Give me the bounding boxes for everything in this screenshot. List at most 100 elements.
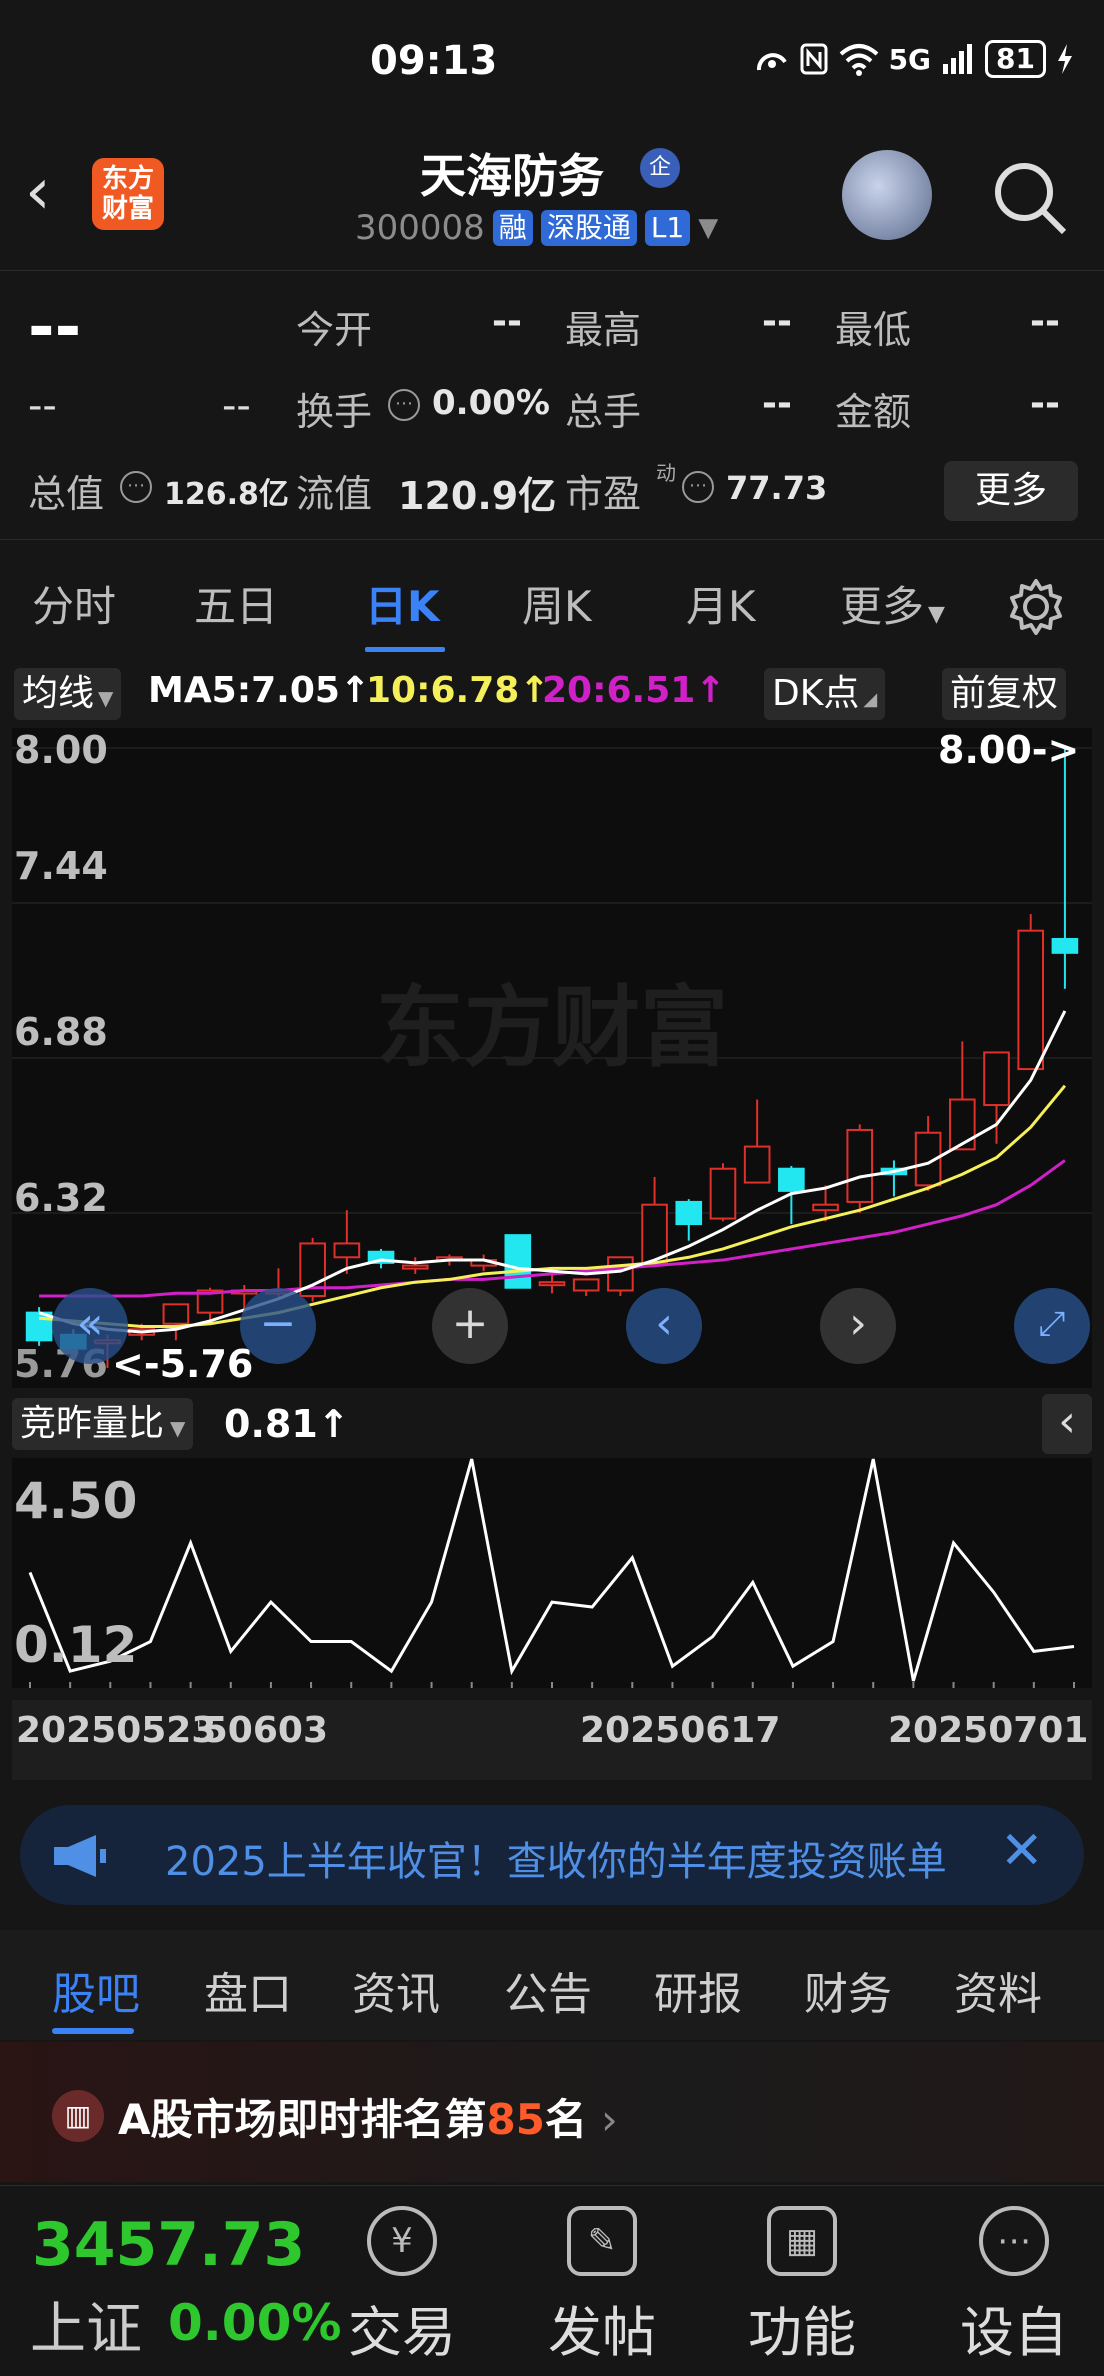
yen-exchange-icon: ¥ (367, 2206, 437, 2276)
tab-finance[interactable]: 财务 (804, 1958, 892, 2022)
collapse-panel-icon[interactable]: ‹ (1042, 1394, 1092, 1454)
date-label: 20250617 (580, 1710, 781, 1751)
volume-ratio-chart[interactable]: 4.50 0.12 (12, 1458, 1092, 1688)
dk-point-label: DK点 (772, 673, 860, 714)
volume-y-tick: 0.12 (14, 1616, 138, 1674)
tab-news[interactable]: 资讯 (352, 1958, 440, 2022)
tab-research[interactable]: 研报 (654, 1958, 742, 2022)
wifi-icon (839, 44, 878, 76)
candle-body (572, 1278, 600, 1292)
cell-signal-icon (943, 44, 973, 74)
nav-trade[interactable]: ¥ 交易 (332, 2206, 472, 2367)
candle-body (538, 1281, 566, 1287)
low-label: 最低 (835, 308, 912, 352)
content-tabs: 股吧 盘口 资讯 公告 研报 财务 资料 (0, 1930, 1104, 2040)
corner-arrow-icon: ◢ (863, 689, 878, 710)
tab-guba[interactable]: 股吧 (52, 1958, 140, 2022)
volume-indicator-select[interactable]: 竞昨量比 ▼ (12, 1398, 194, 1450)
tab-more[interactable]: 更多 ▼ (840, 573, 945, 634)
tab-announcements[interactable]: 公告 (504, 1958, 592, 2022)
edit-post-icon: ✎ (567, 2206, 637, 2276)
tab-daily-k[interactable]: 日K (365, 573, 440, 634)
volume-svg[interactable] (12, 1458, 1092, 1688)
volume-ratio-value: 0.81↑ (224, 1402, 350, 1446)
nav-post-label: 发帖 (548, 2301, 656, 2364)
signal-strength-icon (756, 53, 787, 71)
chevron-down-icon: ▼ (928, 602, 945, 627)
close-icon[interactable]: ✕ (1000, 1821, 1044, 1881)
price-change-pct: -- (222, 383, 251, 429)
volume-indicator-label: 竞昨量比 (20, 1403, 165, 1444)
active-tab-indicator (52, 2028, 134, 2034)
amount-value: -- (1030, 383, 1060, 424)
search-icon[interactable] (990, 158, 1070, 238)
chevron-down-icon: ▼ (98, 686, 114, 710)
settings-gear-icon[interactable] (1006, 577, 1066, 637)
period-tabs: 分时 五日 日K 周K 月K 更多 ▼ (0, 555, 1104, 655)
stock-code-row[interactable]: 300008 融 深股通 L1 ▼ (355, 208, 718, 248)
info-icon[interactable]: ⋯ (120, 471, 152, 503)
candle-body (812, 1203, 839, 1212)
status-time: 09:13 (370, 38, 498, 84)
market-rank-card[interactable]: ▥ A股市场即时排名第85名 › (0, 2042, 1104, 2182)
previous-icon[interactable]: ‹ (626, 1288, 702, 1364)
tab-more-label: 更多 (840, 582, 925, 631)
date-label: 20250523 (16, 1710, 217, 1751)
nav-post[interactable]: ✎ 发帖 (532, 2206, 672, 2367)
fullscreen-icon[interactable]: ⤢ (1014, 1288, 1090, 1364)
status-bar: 09:13 5G 81 (0, 0, 1104, 130)
volume-indicator-row: 竞昨量比 ▼ 0.81↑ ‹ (12, 1394, 1092, 1454)
stock-name[interactable]: 天海防务 (420, 140, 604, 206)
pe-value: 77.73 (726, 469, 828, 507)
nav-functions[interactable]: ▦ 功能 (732, 2206, 872, 2367)
ma-select[interactable]: 均线 ▼ (14, 668, 122, 720)
robot-assistant-avatar[interactable] (842, 150, 932, 240)
enterprise-badge: 企 (640, 148, 680, 188)
tab-intraday[interactable]: 分时 (32, 573, 116, 634)
date-axis: 20250523 20250603 20250617 20250701 (12, 1700, 1092, 1780)
tab-five-day[interactable]: 五日 (194, 573, 278, 634)
zoom-out-icon[interactable]: − (240, 1288, 316, 1364)
rank-number: 85 (486, 2095, 545, 2144)
logo-text: 东方财富 (101, 164, 154, 224)
current-price: -- (28, 291, 82, 365)
candle-body (641, 1203, 668, 1264)
index-value: 3457.73 (32, 2210, 306, 2280)
candle-body (504, 1234, 532, 1289)
y-tick-label: 8.00 (14, 728, 108, 772)
candle-body (607, 1256, 634, 1292)
ma10-value: 10:6.78↑ (366, 670, 550, 711)
promo-banner[interactable]: 2025上半年收官！查收你的半年度投资账单 ✕ (20, 1805, 1084, 1905)
margin-tag: 融 (492, 210, 533, 246)
candle (709, 1163, 737, 1222)
candle-body (709, 1167, 737, 1220)
back-icon[interactable]: ‹ (25, 160, 51, 224)
ma-select-label: 均线 (22, 673, 95, 714)
dk-point-button[interactable]: DK点 ◢ (764, 668, 886, 720)
volume-y-tick: 4.50 (14, 1472, 138, 1530)
ma-indicator-row: 均线 ▼ MA5:7.05↑ 10:6.78↑ 20:6.51↑ DK点 ◢ 前复权 (0, 662, 1104, 726)
date-label: 20250701 (888, 1710, 1089, 1751)
nav-add-watchlist[interactable]: ⋯ 设自选 (934, 2206, 1094, 2376)
kline-svg[interactable]: 东方财富 (12, 728, 1092, 1388)
kline-chart[interactable]: 东方财富 8.00 7.44 6.88 6.32 8.00-> <-5.76 5… (12, 728, 1092, 1388)
megaphone-icon (54, 1835, 106, 1877)
zoom-in-icon[interactable]: + (432, 1288, 508, 1364)
more-button[interactable]: 更多 (944, 461, 1078, 521)
chevron-down-icon: ▼ (170, 1416, 186, 1440)
network-type: 5G (888, 42, 932, 76)
info-icon[interactable]: ⋯ (682, 471, 714, 503)
forward-adjust-button[interactable]: 前复权 (942, 668, 1067, 720)
connect-tag: 深股通 (540, 210, 637, 246)
tab-handicap[interactable]: 盘口 (204, 1958, 292, 2022)
info-icon[interactable]: ⋯ (388, 389, 420, 421)
scroll-left-icon[interactable]: « (52, 1288, 128, 1364)
candle-body (675, 1200, 703, 1226)
candle (607, 1256, 634, 1297)
high-label: 最高 (565, 308, 642, 352)
tab-weekly-k[interactable]: 周K (522, 573, 592, 634)
tab-profile[interactable]: 资料 (954, 1958, 1042, 2022)
next-icon[interactable]: › (820, 1288, 896, 1364)
app-logo[interactable]: 东方财富 (92, 158, 164, 230)
tab-monthly-k[interactable]: 月K (686, 573, 756, 634)
